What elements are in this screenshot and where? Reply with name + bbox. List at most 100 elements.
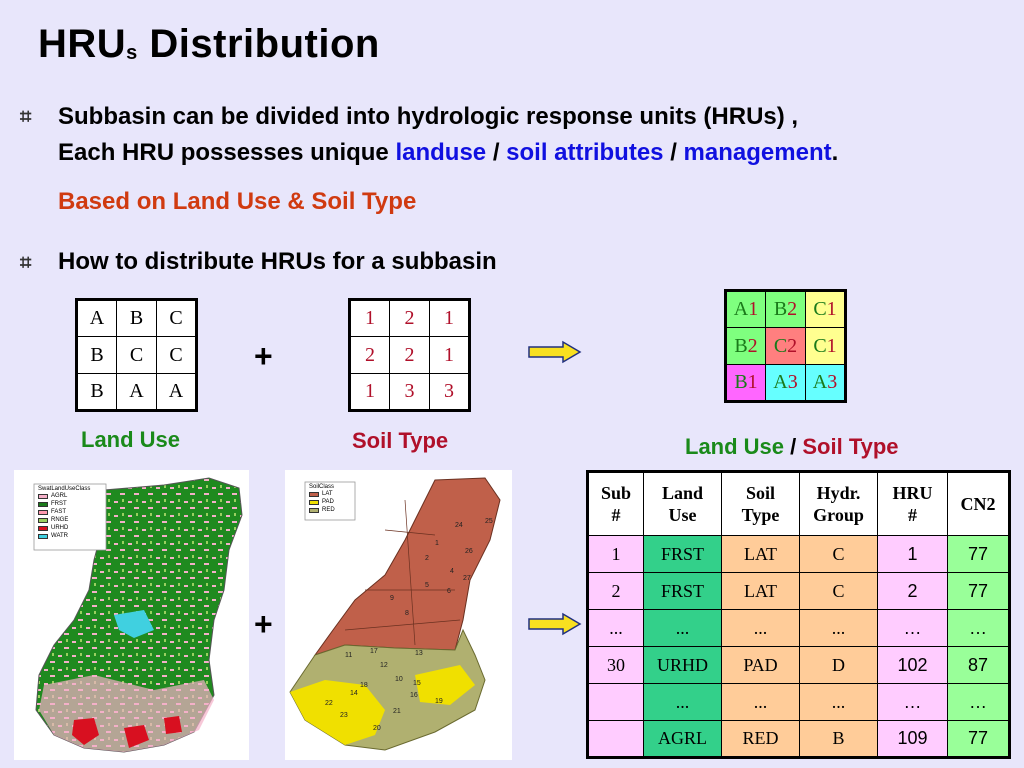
combined-grid: A1 B2 C1 B2 C2 C1 B1 A3 A3 bbox=[724, 289, 847, 403]
combined-cell: C1 bbox=[805, 290, 846, 328]
hru-cell: ... bbox=[721, 683, 800, 721]
hru-header-cell: Land Use bbox=[643, 471, 722, 536]
hru-cell: ... bbox=[587, 609, 644, 647]
soil-legend-title: SoilClass bbox=[309, 484, 335, 490]
grid-cell: 1 bbox=[349, 299, 390, 337]
grid-cell: 2 bbox=[389, 336, 430, 374]
subbasin-label: 24 bbox=[455, 522, 463, 529]
hru-cell: ... bbox=[799, 609, 878, 647]
legend-swatch bbox=[38, 525, 48, 531]
grid-cell: 2 bbox=[389, 299, 430, 337]
hru-cell: … bbox=[947, 609, 1010, 647]
subbasin-label: 4 bbox=[450, 568, 454, 575]
combined-cell: C2 bbox=[765, 327, 806, 365]
hru-cell: ... bbox=[643, 683, 722, 721]
subbasin-label: 10 bbox=[395, 676, 403, 683]
subbasin-label: 11 bbox=[345, 652, 353, 659]
soil-attributes-term: soil attributes bbox=[506, 139, 664, 166]
grid-cell: 3 bbox=[429, 373, 470, 411]
table-row: .........…… bbox=[587, 683, 1010, 721]
combined-cell: B1 bbox=[725, 364, 766, 402]
hru-header-cell: Hydr. Group bbox=[799, 471, 878, 536]
based-on-subtitle: Based on Land Use & Soil Type bbox=[58, 188, 417, 215]
hru-cell: PAD bbox=[721, 646, 800, 684]
legend-swatch bbox=[38, 493, 48, 499]
plus-sign: + bbox=[254, 338, 273, 374]
table-row: AGRL RED B 109 77 bbox=[587, 720, 1010, 758]
subbasin-label: 8 bbox=[405, 610, 409, 617]
hru-cell: RED bbox=[721, 720, 800, 758]
hru-cell: ... bbox=[721, 609, 800, 647]
hru-header-cell: CN2 bbox=[947, 471, 1010, 536]
hru-cell bbox=[587, 683, 644, 721]
legend-swatch bbox=[38, 517, 48, 523]
hru-cell: ... bbox=[643, 609, 722, 647]
hru-header-cell: HRU # bbox=[877, 471, 948, 536]
grid-cell: A bbox=[156, 373, 197, 411]
landuse-legend-title: SwatLandUseClass bbox=[38, 486, 91, 492]
hru-header-cell: Sub # bbox=[587, 471, 644, 536]
soil-legend: SoilClass LAT PAD RED bbox=[309, 484, 335, 514]
hru-cell: … bbox=[877, 683, 948, 721]
subbasin-label: 25 bbox=[485, 518, 493, 525]
grid-cell: A bbox=[116, 373, 157, 411]
hru-cell: 87 bbox=[947, 646, 1010, 684]
hru-cell: … bbox=[947, 683, 1010, 721]
grid-cell: C bbox=[156, 336, 197, 374]
legend-item: FRST bbox=[38, 500, 90, 508]
grid-cell: 1 bbox=[349, 373, 390, 411]
subbasin-label: 23 bbox=[340, 712, 348, 719]
legend-item: PAD bbox=[309, 498, 335, 506]
combined-cell: B2 bbox=[725, 327, 766, 365]
soil-type-grid: 121221133 bbox=[348, 298, 471, 412]
legend-label: RED bbox=[322, 507, 335, 513]
subbasin-label: 1 bbox=[435, 540, 439, 547]
subbasin-label: 20 bbox=[373, 725, 381, 732]
hru-cell: URHD bbox=[643, 646, 722, 684]
hru-cell: … bbox=[877, 609, 948, 647]
grid-cell: B bbox=[76, 373, 117, 411]
legend-label: PAD bbox=[322, 499, 334, 505]
page-title: HRUs Distribution bbox=[38, 22, 380, 66]
combined-caption: Land Use / Soil Type bbox=[685, 434, 899, 459]
grid-cell: A bbox=[76, 299, 117, 337]
right-arrow-icon bbox=[528, 340, 582, 364]
hru-cell: 2 bbox=[587, 572, 644, 610]
subbasin-label: 6 bbox=[447, 588, 451, 595]
legend-item: AGRL bbox=[38, 492, 90, 500]
legend-swatch bbox=[309, 507, 319, 513]
legend-item: RED bbox=[309, 506, 335, 514]
legend-label: WATR bbox=[51, 533, 68, 539]
hru-cell: 77 bbox=[947, 535, 1010, 573]
legend-label: FAST bbox=[51, 509, 67, 515]
hru-cell: LAT bbox=[721, 535, 800, 573]
legend-item: FAST bbox=[38, 508, 90, 516]
legend-label: LAT bbox=[322, 491, 333, 497]
bullet-1-line-1: Subbasin can be divided into hydrologic … bbox=[58, 103, 799, 130]
grid-cell: B bbox=[116, 299, 157, 337]
hru-cell: B bbox=[799, 720, 878, 758]
right-arrow-icon bbox=[528, 612, 582, 636]
grid-cell: B bbox=[76, 336, 117, 374]
legend-label: RNGE bbox=[51, 517, 69, 523]
hru-cell: LAT bbox=[721, 572, 800, 610]
subbasin-label: 14 bbox=[350, 690, 358, 697]
combined-cell: C1 bbox=[805, 327, 846, 365]
hru-cell: D bbox=[799, 646, 878, 684]
subbasin-label: 21 bbox=[393, 708, 401, 715]
legend-item: WATR bbox=[38, 532, 90, 540]
legend-swatch bbox=[38, 509, 48, 515]
subbasin-label: 15 bbox=[413, 680, 421, 687]
subbasin-label: 5 bbox=[425, 582, 429, 589]
soil-type-caption: Soil Type bbox=[352, 428, 449, 453]
hru-cell bbox=[587, 720, 644, 758]
grid-cell: 3 bbox=[389, 373, 430, 411]
landuse-grid: ABCBCCBAA bbox=[75, 298, 198, 412]
subbasin-label: 17 bbox=[370, 648, 378, 655]
grid-cell: 1 bbox=[429, 336, 470, 374]
landuse-term: landuse bbox=[395, 139, 487, 166]
hru-cell: FRST bbox=[643, 572, 722, 610]
bullet-2-line: How to distribute HRUs for a subbasin bbox=[58, 248, 497, 275]
hru-cell: 77 bbox=[947, 720, 1010, 758]
hru-cell: ... bbox=[799, 683, 878, 721]
